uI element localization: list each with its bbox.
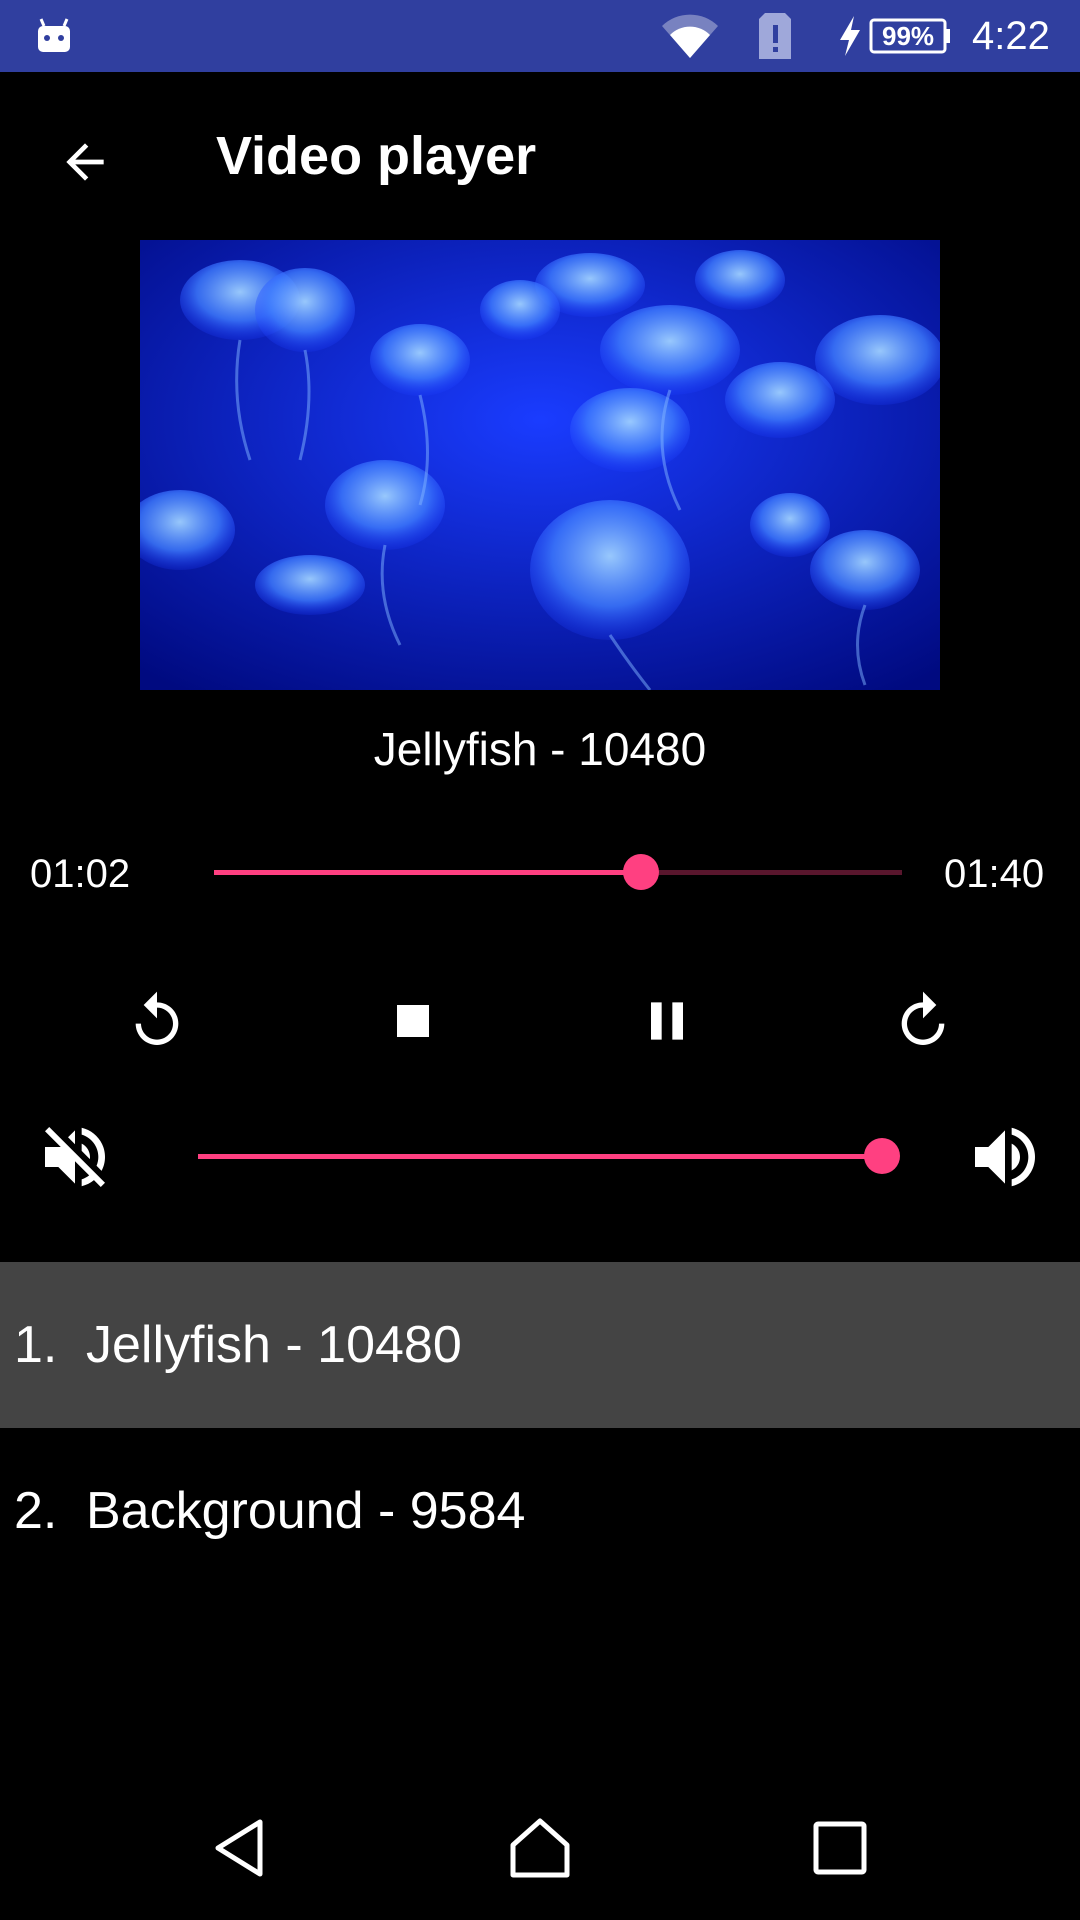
- volume-slider[interactable]: [198, 1136, 900, 1176]
- volume-off-icon: [45, 1127, 105, 1187]
- video-view[interactable]: [140, 240, 940, 690]
- playlist-item-background[interactable]: 2. Background - 9584: [0, 1428, 1080, 1594]
- jellyfish-video-frame: [140, 240, 940, 690]
- volume-max-button[interactable]: [960, 1112, 1050, 1202]
- arrow-back-icon: [66, 143, 104, 181]
- forward-icon: [901, 991, 945, 1045]
- sim-alert-icon: [757, 0, 793, 72]
- elapsed-time: 01:02: [30, 852, 131, 896]
- now-playing-title: Jellyfish - 10480: [373, 723, 707, 775]
- playlist-item-index: 2.: [14, 1482, 58, 1540]
- android-debug-icon: [36, 0, 72, 72]
- stop-icon: [397, 1005, 429, 1037]
- volume-thumb[interactable]: [864, 1138, 900, 1174]
- nav-recents-icon: [813, 1821, 867, 1875]
- nav-back-button[interactable]: [190, 1798, 290, 1898]
- nav-home-icon: [510, 1818, 570, 1878]
- stop-button[interactable]: [368, 976, 458, 1066]
- forward-button[interactable]: [878, 976, 968, 1066]
- status-bar: 99% 4:22: [0, 0, 1080, 72]
- volume-up-icon: [975, 1127, 1035, 1187]
- battery-icon: 99%: [868, 0, 950, 72]
- mute-button[interactable]: [30, 1112, 120, 1202]
- wifi-icon: [660, 0, 720, 72]
- playlist-item-title: Background - 9584: [86, 1482, 526, 1540]
- replay-icon: [135, 991, 179, 1045]
- battery-percent: 99%: [882, 20, 935, 51]
- playlist: 1. Jellyfish - 10480 2. Background - 958…: [0, 1262, 1080, 1594]
- pause-button[interactable]: [622, 976, 712, 1066]
- page-title: Video player: [216, 126, 537, 186]
- back-button[interactable]: [40, 117, 130, 207]
- progress-fill: [214, 870, 641, 875]
- volume-fill: [198, 1154, 882, 1159]
- progress-thumb[interactable]: [622, 854, 659, 890]
- nav-home-button[interactable]: [490, 1798, 590, 1898]
- replay-button[interactable]: [112, 976, 202, 1066]
- app-bar: Video player: [0, 72, 1080, 242]
- duration-time: 01:40: [944, 852, 1045, 896]
- nav-recents-button[interactable]: [790, 1798, 890, 1898]
- playlist-item-index: 1.: [14, 1316, 58, 1374]
- progress-slider[interactable]: [214, 852, 902, 892]
- navigation-bar: [0, 1776, 1080, 1920]
- playlist-item-jellyfish[interactable]: 1. Jellyfish - 10480: [0, 1262, 1080, 1428]
- charging-icon: [836, 0, 864, 72]
- playlist-item-title: Jellyfish - 10480: [86, 1316, 462, 1374]
- status-time: 4:22: [972, 13, 1050, 58]
- nav-back-icon: [215, 1819, 263, 1877]
- pause-icon: [651, 1002, 683, 1040]
